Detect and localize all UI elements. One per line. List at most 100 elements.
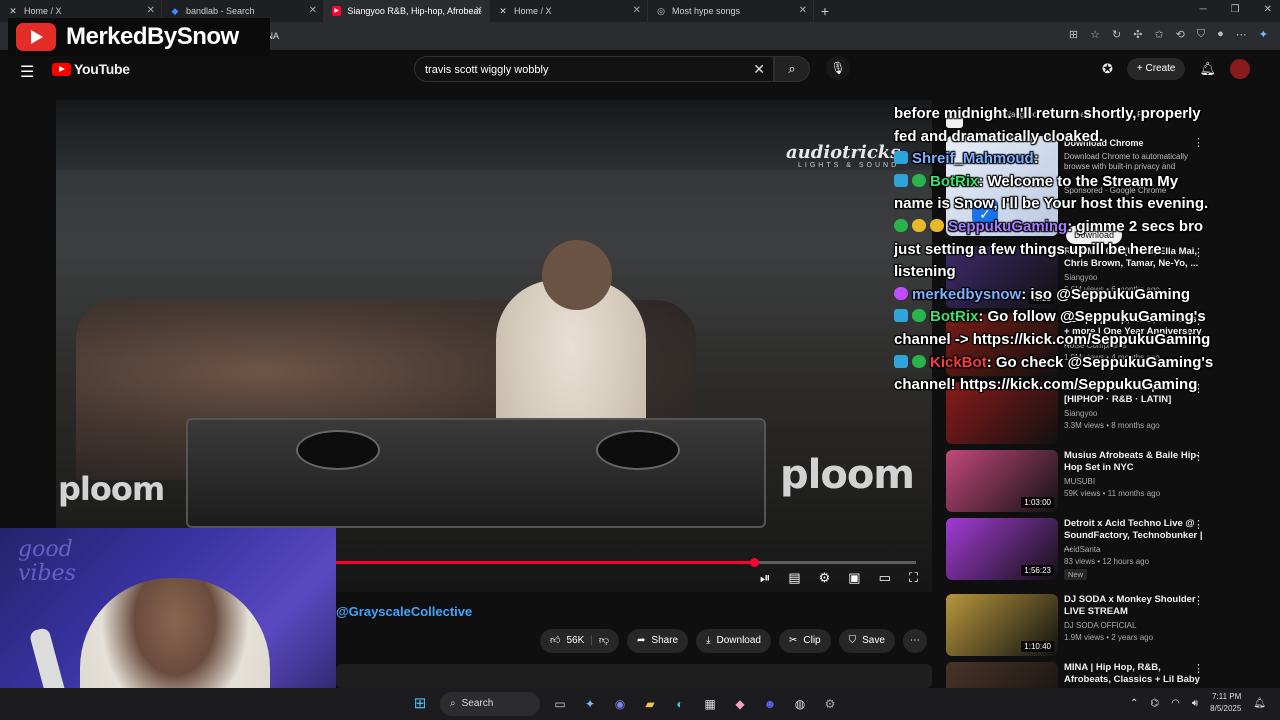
chat-username: BotRix — [930, 308, 979, 326]
edge-icon[interactable]: ◐ — [670, 694, 690, 714]
chat-badge-icon — [912, 309, 926, 323]
clip-button[interactable]: ✂ Clip — [779, 629, 831, 653]
download-button[interactable]: ⤓ Download — [696, 629, 771, 653]
notifications-icon[interactable]: 🔔︎ — [1253, 698, 1266, 709]
close-icon[interactable]: ✕ — [799, 5, 807, 16]
discord-icon[interactable]: ☻ — [760, 694, 780, 714]
file-explorer-icon[interactable]: ▰ — [640, 694, 660, 714]
video-channel[interactable]: DJ SODA OFFICIAL — [1064, 621, 1136, 630]
more-vert-icon[interactable]: ⋮ — [1193, 518, 1204, 531]
new-badge: New — [1064, 569, 1088, 580]
thumbs-down-icon[interactable]: 👎︎ — [599, 629, 609, 653]
chat-text: before midnight. I'll return shortly, pr… — [894, 105, 1201, 145]
wifi-icon[interactable]: ◠ — [1171, 698, 1180, 709]
chevron-up-icon[interactable]: ⌃ — [1130, 698, 1138, 709]
divider: | — [590, 635, 593, 646]
settings-icon[interactable]: ⚙ — [819, 570, 831, 586]
like-button[interactable]: 👍︎ 56K | 👎︎ — [540, 629, 620, 653]
store-icon[interactable]: ▦ — [700, 694, 720, 714]
minimize-icon[interactable]: ─ — [1200, 4, 1207, 15]
video-thumbnail[interactable]: 1:03:00 — [946, 450, 1058, 512]
progress-knob[interactable] — [749, 558, 759, 567]
download-icon: ⤓ — [706, 635, 711, 646]
video-title[interactable]: Musius Afrobeats & Baile Hip-Hop Set in … — [1064, 450, 1204, 474]
chat-badge-icon — [894, 151, 908, 165]
more-vert-icon[interactable]: ⋮ — [1193, 450, 1204, 463]
teams-icon[interactable]: ◉ — [610, 694, 630, 714]
chat-message: before midnight. I'll return shortly, pr… — [894, 103, 1214, 148]
new-tab-button[interactable]: + — [814, 3, 836, 19]
chat-message: BotRix: Welcome to the Stream My name is… — [894, 171, 1214, 216]
close-window-icon[interactable]: ✕ — [1264, 4, 1272, 15]
recommended-video[interactable]: 1:03:00 Musius Afrobeats & Baile Hip-Hop … — [946, 450, 1266, 516]
x-logo-icon: ✕ — [9, 6, 17, 16]
more-vert-icon[interactable]: ⋮ — [1193, 594, 1204, 607]
extensions-icon[interactable]: ✣ — [1133, 28, 1142, 41]
channel-handle[interactable]: @GrayscaleCollective — [336, 604, 472, 619]
star-icon[interactable]: ☆ — [1090, 28, 1100, 41]
video-channel[interactable]: AcidSanta — [1064, 545, 1100, 554]
apps-icon[interactable]: ⊞ — [1069, 28, 1078, 41]
browser-tab-5[interactable]: ◎ Most hype songs ✕ — [648, 0, 814, 22]
obs-icon[interactable]: ◍ — [790, 694, 810, 714]
more-icon[interactable]: ⋯ — [1236, 28, 1247, 41]
history-icon[interactable]: ⟲ — [1176, 28, 1185, 41]
close-icon[interactable]: ✕ — [147, 5, 155, 16]
bell-icon[interactable]: 🔔︎ — [1199, 61, 1216, 77]
video-player[interactable]: audiotricks LIGHTS & SOUND ploom ploom ⏯… — [56, 100, 932, 592]
theater-mode-icon[interactable]: ▭ — [879, 570, 891, 586]
save-button[interactable]: ⛉ Save — [838, 629, 895, 653]
task-view-icon[interactable]: ▭ — [550, 694, 570, 714]
shield-icon[interactable]: ⛉ — [1197, 28, 1205, 41]
avatar[interactable] — [1230, 59, 1250, 79]
close-icon[interactable]: ✕ — [475, 5, 483, 16]
browser-tab-4[interactable]: ✕ Home / X ✕ — [490, 0, 648, 22]
progress-bar[interactable] — [336, 558, 916, 567]
video-title[interactable]: MINA | Hip Hop, R&B, Afrobeats, Classics… — [1064, 662, 1204, 688]
recommended-video[interactable]: 1:56:23 Detroit x Acid Techno Live @ Soun… — [946, 518, 1266, 584]
photos-icon[interactable]: ◆ — [730, 694, 750, 714]
video-thumbnail[interactable] — [946, 662, 1058, 688]
video-title[interactable]: DJ SODA x Monkey Shoulder LIVE STREAM — [1064, 594, 1204, 618]
taskbar-search[interactable]: ⌕ Search — [440, 692, 540, 716]
description-box[interactable] — [336, 664, 932, 688]
copilot-icon[interactable]: ✦ — [580, 694, 600, 714]
recommended-video[interactable]: 1:10:40 DJ SODA x Monkey Shoulder LIVE ST… — [946, 594, 1266, 660]
close-icon[interactable]: ✕ — [633, 5, 641, 16]
more-actions-button[interactable]: ⋯ — [902, 629, 927, 653]
video-thumbnail[interactable]: 1:10:40 — [946, 594, 1058, 656]
menu-icon[interactable]: ☰ — [20, 62, 34, 82]
captions-icon[interactable]: ▤ — [788, 570, 800, 586]
miniplayer-icon[interactable]: ▣ — [848, 570, 860, 586]
share-button[interactable]: ➦ Share — [627, 629, 689, 653]
autoplay-toggle-icon[interactable]: ⏯ — [760, 570, 770, 586]
more-vert-icon[interactable]: ⋮ — [1193, 662, 1204, 675]
search-input[interactable] — [425, 61, 745, 79]
favorites-icon[interactable]: ✩ — [1154, 28, 1163, 41]
settings-icon[interactable]: ⚙ — [820, 694, 840, 714]
copilot-icon[interactable]: ✦ — [1259, 28, 1268, 41]
url-field[interactable]: zNA — [262, 27, 1082, 45]
search-button[interactable]: ⌕ — [774, 56, 810, 82]
browser-tab-3[interactable]: ▶ Siangyoo R&B, Hip-hop, Afrobeat ✕ — [324, 0, 490, 22]
windows-start-icon[interactable]: ⊞ — [410, 694, 430, 714]
chat-badge-icon — [912, 218, 926, 232]
clock[interactable]: 7:11 PM 8/5/2025 — [1210, 691, 1241, 715]
create-button[interactable]: + Create — [1126, 58, 1186, 80]
profile-icon[interactable]: ● — [1217, 28, 1224, 41]
volume-icon[interactable]: 🔊︎ — [1192, 698, 1198, 709]
close-icon[interactable]: ✕ — [309, 5, 317, 16]
clear-search-icon[interactable]: ✕ — [753, 61, 765, 78]
recommended-video[interactable]: MINA | Hip Hop, R&B, Afrobeats, Classics… — [946, 662, 1266, 688]
video-sponsor: ploom — [58, 470, 165, 508]
fullscreen-icon[interactable]: ⛶ — [909, 570, 918, 586]
refresh-icon[interactable]: ↻ — [1112, 28, 1121, 41]
video-channel[interactable]: Siangyoo — [1064, 409, 1097, 418]
youtube-home-logo[interactable]: YouTube — [52, 61, 130, 77]
network-icon[interactable]: ⌬ — [1150, 698, 1159, 709]
maximize-icon[interactable]: ❐ — [1231, 4, 1240, 15]
video-channel[interactable]: MUSUBI — [1064, 477, 1095, 486]
voice-search-button[interactable]: 🎙 — [826, 56, 850, 80]
cast-icon[interactable]: ✪ — [1102, 61, 1113, 77]
video-thumbnail[interactable]: 1:56:23 — [946, 518, 1058, 580]
